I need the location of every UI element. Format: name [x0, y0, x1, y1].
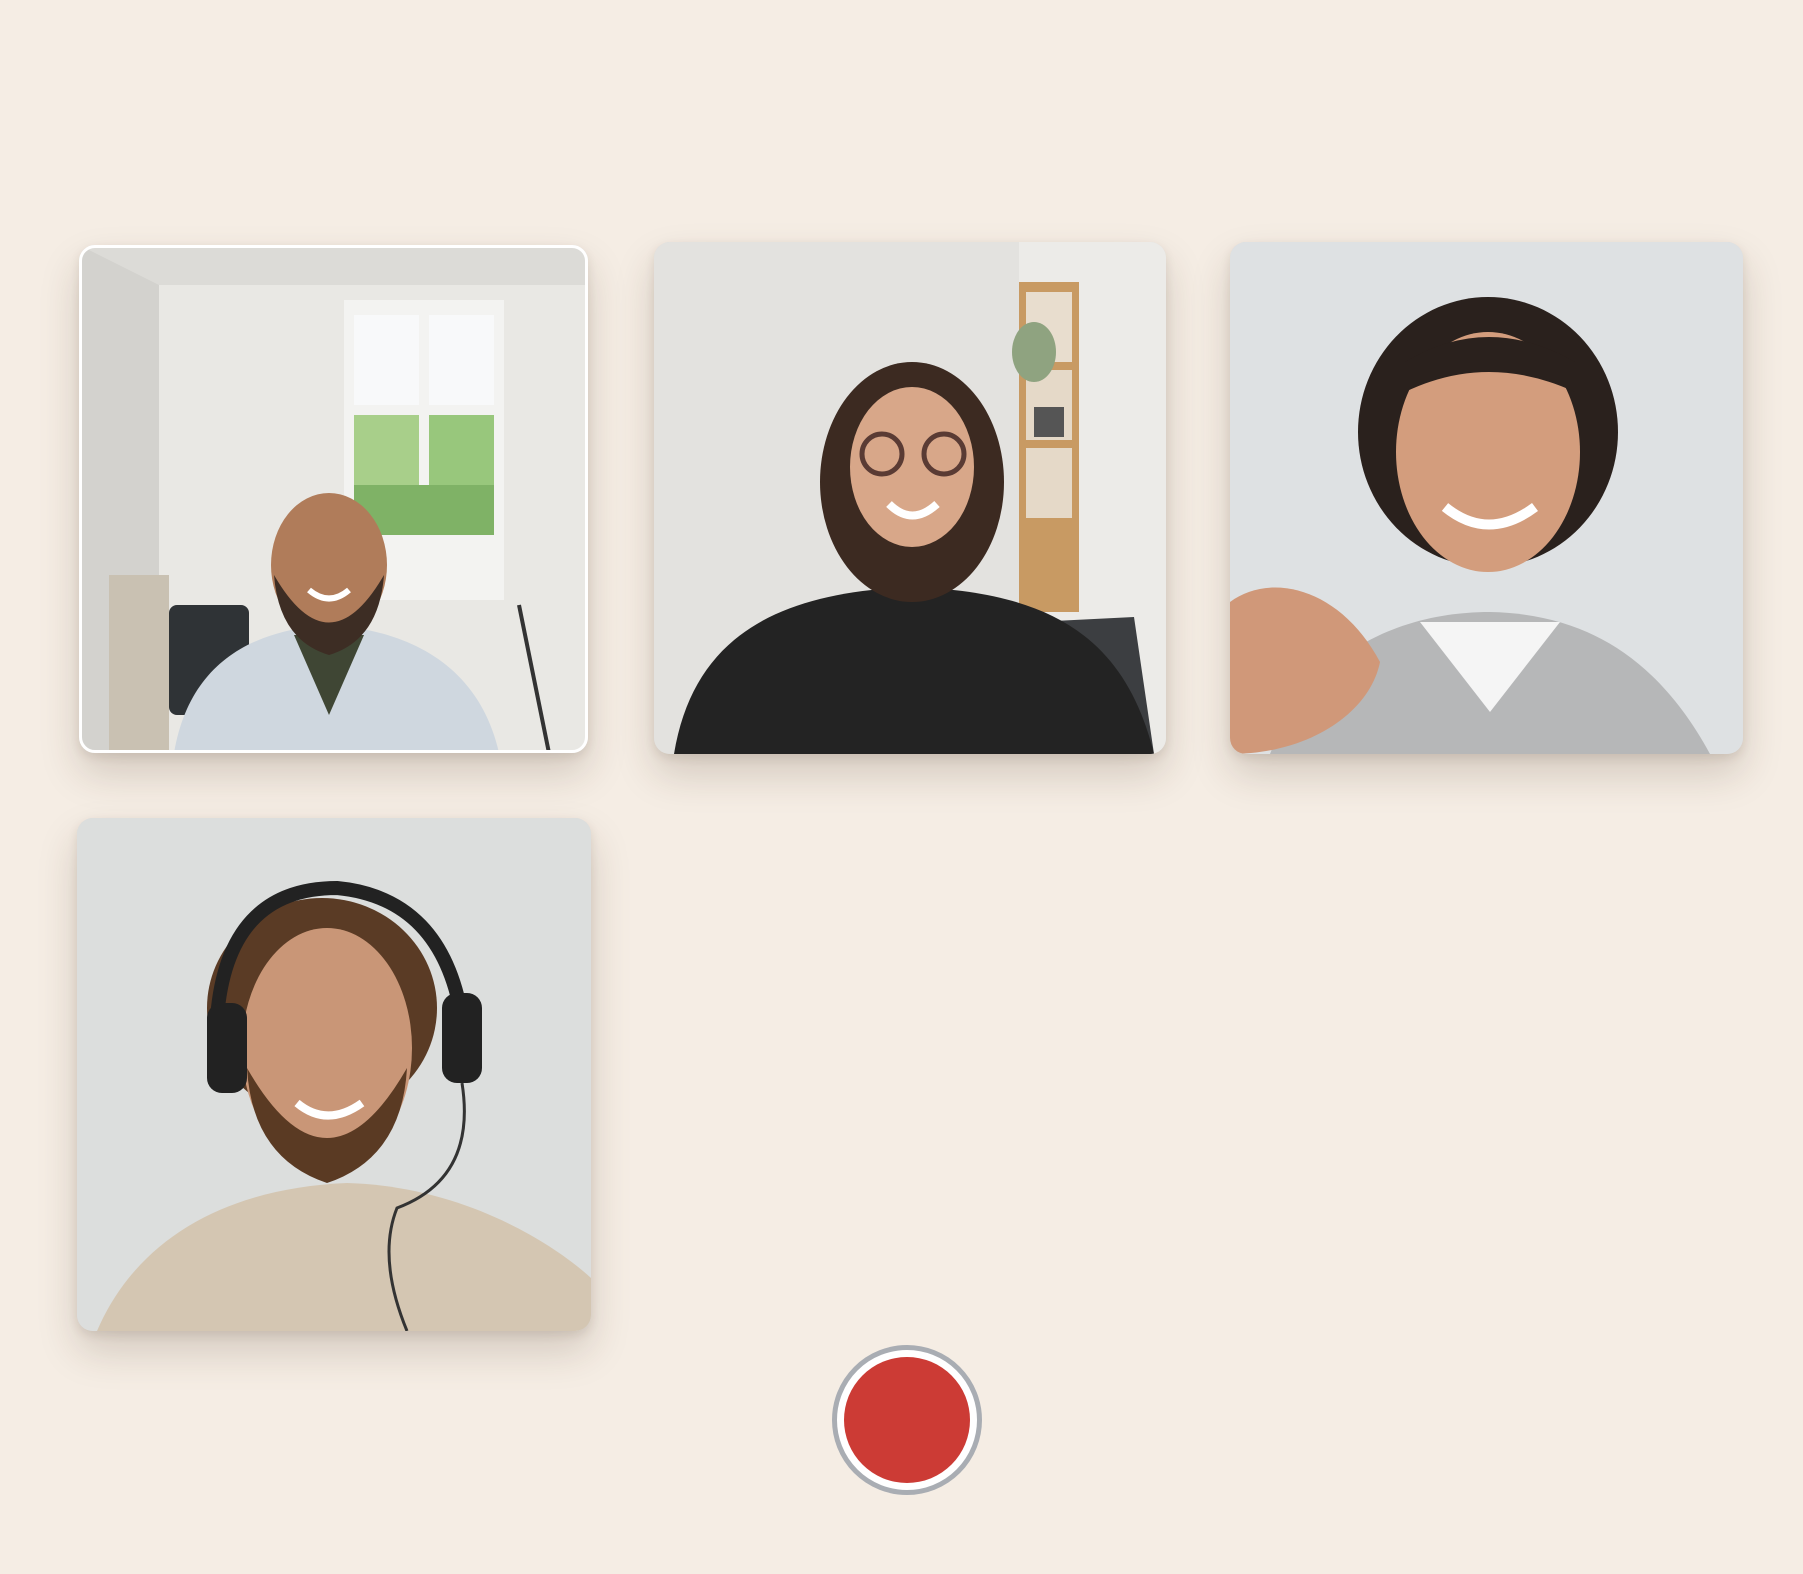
participant-tile-2[interactable]: [654, 242, 1166, 754]
participant-tile-1[interactable]: [79, 245, 588, 753]
video-feed-image: [77, 818, 591, 1331]
record-button[interactable]: [832, 1345, 982, 1495]
video-feed-image: [654, 242, 1166, 754]
participant-tile-3[interactable]: [1230, 242, 1743, 754]
participant-tile-4[interactable]: [77, 818, 591, 1331]
video-call-stage: [0, 0, 1803, 1574]
video-feed-image: [79, 245, 588, 753]
record-icon: [844, 1357, 970, 1483]
video-feed-image: [1230, 242, 1743, 754]
